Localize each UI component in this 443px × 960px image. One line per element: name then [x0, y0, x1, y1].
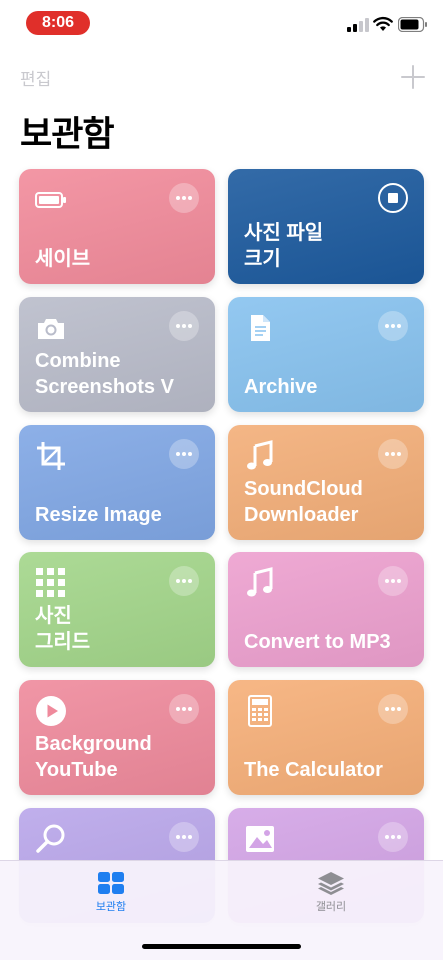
shortcut-label: 사진 파일 크기 [244, 222, 324, 270]
more-button[interactable] [169, 311, 199, 341]
more-button[interactable] [169, 822, 199, 852]
plus-icon[interactable] [400, 64, 426, 90]
grid-icon [36, 568, 65, 597]
play-icon [36, 696, 66, 726]
photo-icon [246, 826, 274, 852]
shortcut-card-combine-screenshots[interactable]: Combine Screenshots V [19, 297, 215, 412]
more-button[interactable] [378, 439, 408, 469]
search-icon [36, 824, 65, 853]
more-button[interactable] [169, 694, 199, 724]
document-icon [251, 315, 270, 341]
shortcut-card-background-youtube[interactable]: Background YouTube [19, 680, 215, 795]
shortcut-card-resize-image[interactable]: Resize Image [19, 425, 215, 540]
tab-label: 보관함 [95, 900, 127, 913]
shortcut-card-save[interactable]: 세이브 [19, 169, 215, 284]
edit-button[interactable]: 편집 [20, 65, 51, 90]
shortcut-card-calculator[interactable]: The Calculator [228, 680, 424, 795]
crop-icon [37, 442, 65, 470]
more-button[interactable] [378, 311, 408, 341]
shortcut-card-archive[interactable]: Archive [228, 297, 424, 412]
more-button[interactable] [378, 694, 408, 724]
music-note-icon [247, 440, 273, 470]
music-note-icon [247, 567, 273, 597]
shortcut-card-photo-file-size[interactable]: 사진 파일 크기 [228, 169, 424, 284]
more-button[interactable] [169, 566, 199, 596]
shortcut-label: Resize Image [35, 504, 162, 526]
shortcut-label: Convert to MP3 [244, 631, 391, 653]
shortcut-label: Combine Screenshots V [35, 350, 174, 398]
layers-icon [318, 872, 344, 895]
more-button[interactable] [378, 822, 408, 852]
stop-button[interactable] [378, 183, 408, 213]
battery-icon [35, 192, 66, 208]
wifi-icon [373, 17, 393, 31]
shortcut-label: SoundCloud Downloader [244, 478, 363, 526]
library-grid-icon [98, 872, 124, 894]
cellular-signal-icon [347, 18, 369, 32]
shortcut-label: 사진 그리드 [35, 605, 91, 653]
tab-gallery[interactable]: 갤러리 [291, 871, 371, 927]
status-bar: 8:06 [0, 0, 443, 50]
shortcut-label: 세이브 [35, 248, 91, 270]
shortcut-label: Archive [244, 376, 318, 398]
camera-icon [38, 319, 64, 339]
battery-icon [398, 17, 427, 32]
more-button[interactable] [169, 439, 199, 469]
status-time: 8:06 [26, 11, 90, 35]
more-button[interactable] [378, 566, 408, 596]
shortcut-label: Background YouTube [35, 733, 152, 781]
calculator-icon [248, 695, 272, 727]
more-button[interactable] [169, 183, 199, 213]
tab-label: 갤러리 [315, 900, 347, 913]
shortcut-label: The Calculator [244, 759, 383, 781]
shortcut-card-convert-to-mp3[interactable]: Convert to MP3 [228, 552, 424, 667]
tab-library[interactable]: 보관함 [71, 871, 151, 927]
home-indicator [142, 944, 301, 949]
page-title: 보관함 [20, 115, 115, 155]
shortcut-card-soundcloud-downloader[interactable]: SoundCloud Downloader [228, 425, 424, 540]
shortcut-card-photo-grid[interactable]: 사진 그리드 [19, 552, 215, 667]
